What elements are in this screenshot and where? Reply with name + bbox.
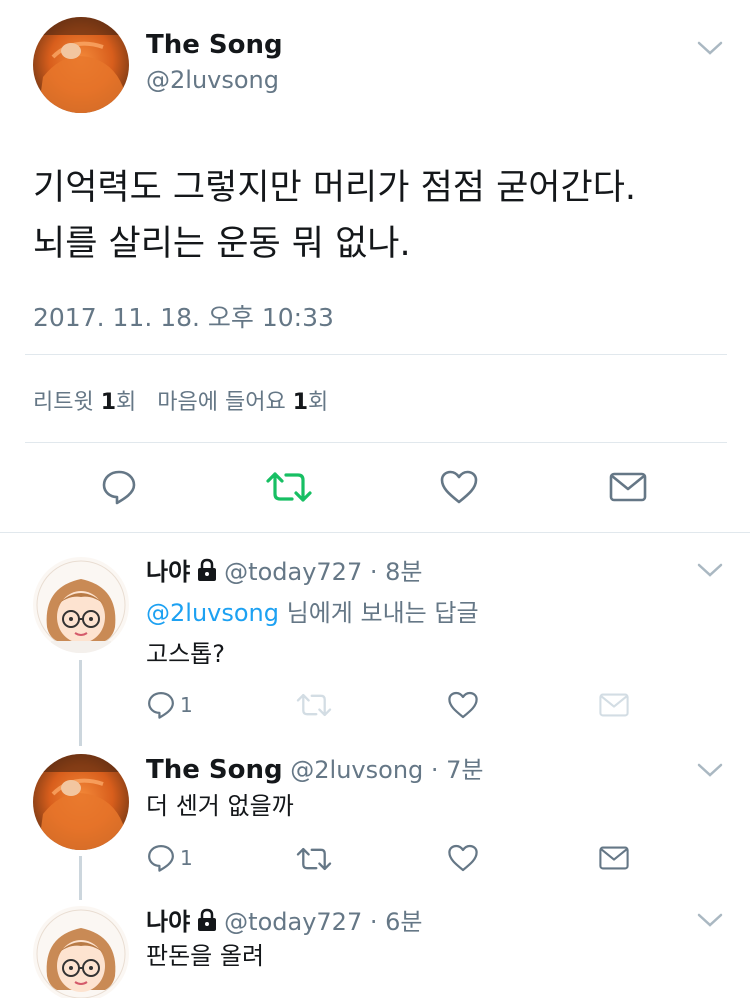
retweet-label: 리트윗 — [33, 390, 94, 415]
reply-avatar[interactable] — [33, 557, 129, 653]
lock-icon — [196, 908, 218, 938]
tweet-text-line: 기억력도 그렇지만 머리가 점점 굳어간다. — [33, 168, 637, 208]
reply-author-handle[interactable]: @today727 — [224, 908, 362, 936]
reply-icon — [148, 845, 174, 872]
retweet-button[interactable] — [296, 846, 332, 872]
reply-icon — [102, 470, 136, 505]
author-name[interactable]: The Song — [146, 30, 283, 60]
reply-header: 나야 @today727 · 8분 — [146, 552, 422, 588]
avatar-cartoon-girl-image — [33, 906, 129, 998]
reply-header: 나야 @today727 · 6분 — [146, 902, 422, 938]
chevron-down-icon[interactable] — [697, 40, 723, 56]
like-button[interactable] — [447, 843, 479, 873]
author-avatar[interactable] — [33, 17, 129, 113]
author-handle[interactable]: @2luvsong — [146, 66, 279, 94]
share-dm-button[interactable] — [606, 466, 650, 508]
reply-text: 고스톱? — [146, 640, 225, 668]
retweet-count: 1 — [100, 390, 117, 415]
like-stat[interactable]: 마음에 들어요 1회 — [157, 390, 328, 415]
chevron-down-icon[interactable] — [697, 562, 723, 578]
replying-to-suffix: 님에게 보내는 답글 — [286, 599, 479, 627]
reply-button[interactable]: 1 — [146, 843, 193, 873]
envelope-icon — [599, 846, 629, 870]
retweet-icon — [296, 693, 332, 717]
like-button[interactable] — [447, 690, 479, 720]
chevron-down-icon[interactable] — [697, 762, 723, 778]
avatar-cartoon-girl-image — [33, 557, 129, 653]
dm-button[interactable] — [598, 845, 630, 871]
reply-author-name[interactable]: 나야 — [146, 908, 190, 936]
chevron-down-icon[interactable] — [697, 912, 723, 928]
reply-time: · 6분 — [369, 908, 423, 936]
reply-author-handle[interactable]: @2luvsong — [290, 756, 423, 784]
reply-button[interactable]: 1 — [146, 690, 193, 720]
heart-icon — [440, 470, 478, 504]
tweet-stats: 리트윗 1회 마음에 들어요 1회 — [33, 384, 328, 416]
heart-icon — [448, 844, 478, 872]
envelope-icon — [609, 472, 647, 502]
reply-icon — [148, 692, 174, 719]
divider — [25, 354, 727, 355]
reply-author-name[interactable]: 나야 — [146, 558, 190, 586]
reply-text: 판돈을 올려 — [146, 942, 265, 970]
reply-button[interactable] — [98, 466, 140, 508]
divider — [25, 442, 727, 443]
reply-header: The Song @2luvsong · 7분 — [146, 750, 484, 785]
retweet-unit: 회 — [116, 390, 137, 415]
tweet-timestamp: 2017. 11. 18. 오후 10:33 — [33, 303, 334, 332]
replying-to-handle[interactable]: @2luvsong — [146, 599, 279, 627]
reply-count: 1 — [180, 693, 193, 717]
thread-line — [79, 660, 82, 746]
like-button[interactable] — [438, 466, 480, 508]
avatar-painting-image — [33, 754, 129, 850]
like-count: 1 — [292, 390, 309, 415]
retweet-button[interactable] — [265, 466, 313, 508]
reply-avatar[interactable] — [33, 906, 129, 998]
retweet-icon — [296, 847, 332, 871]
reply-author-handle[interactable]: @today727 — [224, 558, 362, 586]
reply-text: 더 센거 없을까 — [146, 792, 294, 820]
tweet-text: 기억력도 그렇지만 머리가 점점 굳어간다. 뇌를 살리는 운동 뭐 없나. — [33, 160, 723, 272]
like-unit: 회 — [308, 390, 329, 415]
heart-icon — [448, 691, 478, 719]
like-label: 마음에 들어요 — [157, 390, 286, 415]
retweet-stat[interactable]: 리트윗 1회 — [33, 390, 136, 415]
dm-button-disabled — [598, 692, 630, 718]
avatar-painting-image — [33, 17, 129, 113]
retweet-button-disabled — [296, 692, 332, 718]
replying-to: @2luvsong 님에게 보내는 답글 — [146, 593, 479, 628]
reply-avatar[interactable] — [33, 754, 129, 850]
envelope-icon — [599, 693, 629, 717]
reply-time: · 7분 — [430, 756, 484, 784]
reply-count: 1 — [180, 846, 193, 870]
tweet-text-line: 뇌를 살리는 운동 뭐 없나. — [33, 224, 411, 264]
lock-icon — [196, 558, 218, 588]
reply-time: · 8분 — [369, 558, 423, 586]
thread-line — [79, 856, 82, 900]
retweet-icon — [266, 472, 312, 502]
reply-author-name[interactable]: The Song — [146, 755, 283, 785]
divider — [0, 532, 750, 533]
